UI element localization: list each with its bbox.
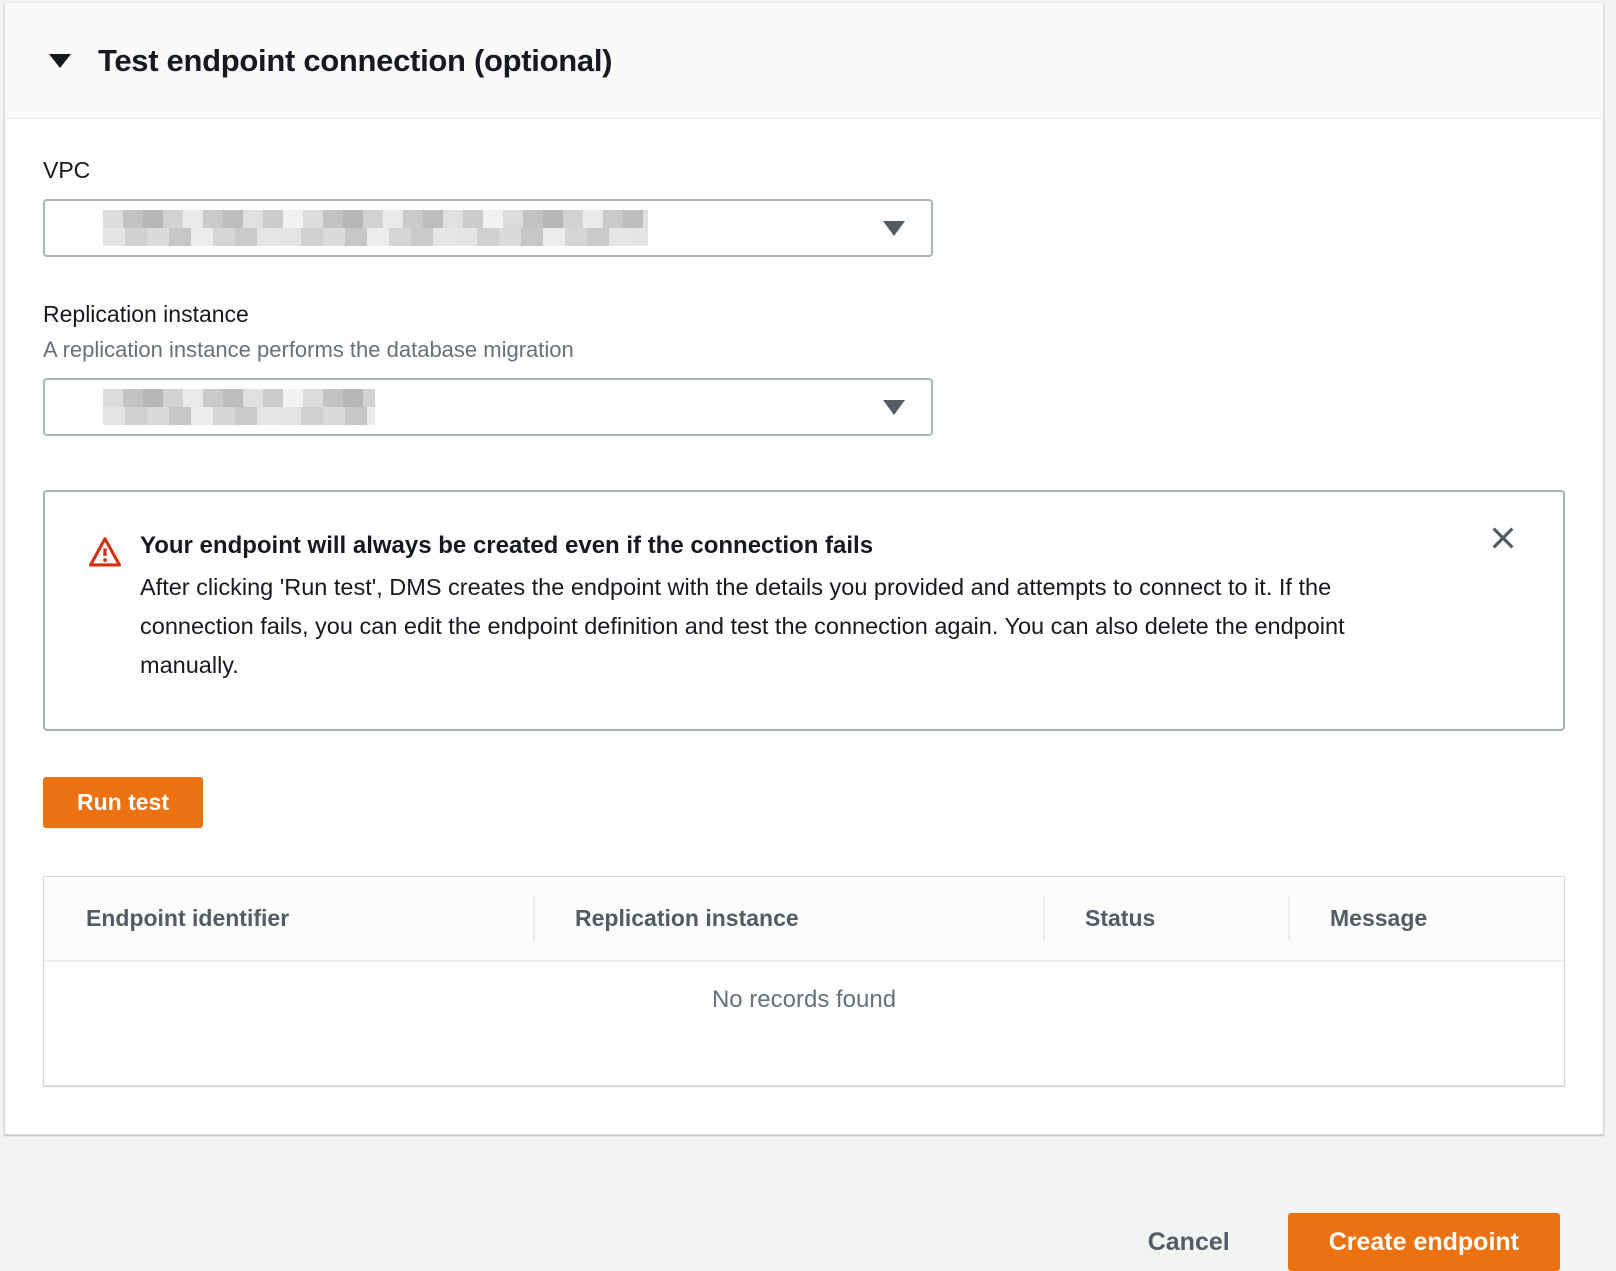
test-endpoint-panel: Test endpoint connection (optional) VPC … (4, 2, 1604, 1135)
warning-title: Your endpoint will always be created eve… (140, 532, 1431, 560)
column-header-status: Status (1043, 877, 1288, 960)
warning-close-button[interactable] (1485, 520, 1521, 556)
warning-triangle-icon (87, 534, 123, 685)
vpc-select[interactable] (43, 199, 933, 257)
column-header-message: Message (1288, 877, 1564, 960)
chevron-down-icon (883, 400, 905, 415)
column-header-replication-instance: Replication instance (533, 877, 1043, 960)
section-title: Test endpoint connection (optional) (98, 43, 612, 79)
warning-banner: Your endpoint will always be created eve… (43, 490, 1565, 731)
test-results-table: Endpoint identifier Replication instance… (43, 876, 1565, 1086)
section-collapse-icon[interactable] (49, 54, 71, 68)
replication-instance-selected-value-redacted (103, 389, 375, 425)
create-endpoint-button[interactable]: Create endpoint (1288, 1213, 1560, 1271)
table-header-row: Endpoint identifier Replication instance… (44, 877, 1564, 962)
vpc-label: VPC (43, 157, 1565, 184)
replication-instance-description: A replication instance performs the data… (43, 337, 1565, 363)
panel-header: Test endpoint connection (optional) (5, 3, 1603, 119)
form-footer: Cancel Create endpoint (0, 1135, 1616, 1271)
vpc-selected-value-redacted (103, 210, 648, 246)
replication-instance-label: Replication instance (43, 301, 1565, 328)
replication-instance-select[interactable] (43, 378, 933, 436)
warning-text: Your endpoint will always be created eve… (140, 532, 1431, 685)
run-test-button[interactable]: Run test (43, 777, 203, 828)
panel-content: VPC Replication instance A replication i… (5, 119, 1603, 1134)
column-header-endpoint-identifier: Endpoint identifier (44, 877, 533, 960)
cancel-button[interactable]: Cancel (1148, 1228, 1230, 1257)
empty-state-message: No records found (44, 962, 1564, 1014)
table-body: No records found (44, 962, 1564, 1085)
close-icon (1487, 522, 1519, 554)
warning-body: After clicking 'Run test', DMS creates t… (140, 568, 1431, 685)
chevron-down-icon (883, 221, 905, 236)
